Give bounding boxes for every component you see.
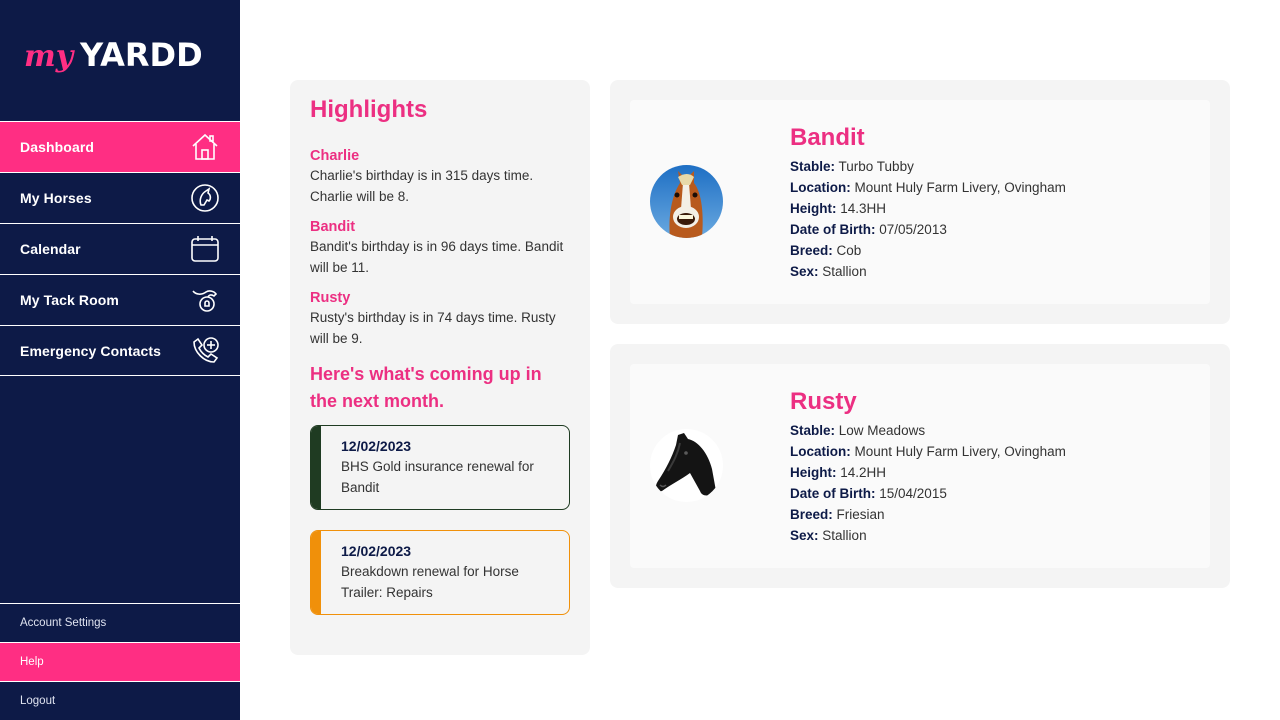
horse-sex: Sex: Stallion	[790, 261, 1066, 282]
nav-item-label: Calendar	[20, 241, 81, 257]
stable-value: Low Meadows	[838, 423, 926, 438]
location-value: Mount Huly Farm Livery, Ovingham	[854, 180, 1066, 195]
highlight-text: Rusty's birthday is in 74 days time. Rus…	[310, 310, 556, 346]
horse-dob: Date of Birth: 15/04/2015	[790, 483, 1066, 504]
horse-card-bandit[interactable]: Bandit Stable: Turbo Tubby Location: Mou…	[610, 80, 1230, 324]
location-label: Location:	[790, 180, 851, 195]
list-item: Rusty Rusty's birthday is in 74 days tim…	[310, 290, 570, 349]
main-nav: Dashboard My Horses Calendar My Tack Roo…	[0, 121, 240, 376]
horse-breed: Breed: Cob	[790, 240, 1066, 261]
horse-location: Location: Mount Huly Farm Livery, Ovingh…	[790, 177, 1066, 198]
nav-item-dashboard[interactable]: Dashboard	[0, 121, 240, 172]
event-description: Breakdown renewal for Horse Trailer: Rep…	[341, 564, 519, 600]
highlight-text: Bandit's birthday is in 96 days time. Ba…	[310, 239, 564, 275]
list-item: Bandit Bandit's birthday is in 96 days t…	[310, 219, 570, 278]
dob-value: 07/05/2013	[879, 222, 947, 237]
horse-name: Bandit	[790, 124, 865, 151]
nav-item-my-horses[interactable]: My Horses	[0, 172, 240, 223]
sex-label: Sex:	[790, 264, 819, 279]
height-value: 14.3HH	[840, 201, 887, 216]
location-value: Mount Huly Farm Livery, Ovingham	[854, 444, 1066, 459]
calendar-icon	[190, 234, 220, 264]
home-icon	[190, 132, 220, 162]
help-link[interactable]: Help	[0, 642, 240, 681]
nav-item-my-tack-room[interactable]: My Tack Room	[0, 274, 240, 325]
sidebar: my YARDD Dashboard My Horses Calendar My…	[0, 0, 240, 720]
nav-item-label: Dashboard	[20, 139, 95, 155]
nav-item-calendar[interactable]: Calendar	[0, 223, 240, 274]
list-item: Charlie Charlie's birthday is in 315 day…	[310, 148, 570, 207]
sex-value: Stallion	[822, 528, 867, 543]
highlights-panel: Highlights Charlie Charlie's birthday is…	[290, 80, 590, 655]
phone-medical-icon	[190, 336, 220, 366]
highlight-text: Charlie's birthday is in 315 days time. …	[310, 168, 534, 204]
location-label: Location:	[790, 444, 851, 459]
horse-avatar	[650, 165, 723, 238]
breed-label: Breed:	[790, 243, 833, 258]
horse-height: Height: 14.3HH	[790, 198, 1066, 219]
horse-height: Height: 14.2HH	[790, 462, 1066, 483]
height-value: 14.2HH	[840, 465, 887, 480]
logo-my-text: my	[24, 39, 76, 74]
horse-info: Bandit Stable: Turbo Tubby Location: Mou…	[790, 124, 1066, 282]
event-card[interactable]: 12/02/2023 BHS Gold insurance renewal fo…	[310, 425, 570, 510]
highlight-horse-name: Rusty	[310, 290, 351, 306]
event-date: 12/02/2023	[341, 438, 412, 454]
highlight-horse-name: Bandit	[310, 219, 356, 235]
horse-breed: Breed: Friesian	[790, 504, 1066, 525]
height-label: Height:	[790, 201, 837, 216]
account-settings-link[interactable]: Account Settings	[0, 603, 240, 642]
dob-value: 15/04/2015	[879, 486, 947, 501]
logo-yardd-text: YARDD	[79, 36, 203, 74]
highlights-list: Charlie Charlie's birthday is in 315 day…	[310, 148, 570, 349]
event-color-bar	[311, 426, 321, 509]
event-card[interactable]: 12/02/2023 Breakdown renewal for Horse T…	[310, 530, 570, 615]
dob-label: Date of Birth:	[790, 486, 876, 501]
height-label: Height:	[790, 465, 837, 480]
horse-card-inner: Rusty Stable: Low Meadows Location: Moun…	[630, 364, 1210, 568]
upcoming-title: Here's what's coming up in the next mont…	[310, 364, 542, 411]
horse-avatar	[650, 429, 723, 502]
saddle-icon	[190, 285, 220, 315]
horse-card-rusty[interactable]: Rusty Stable: Low Meadows Location: Moun…	[610, 344, 1230, 588]
event-date: 12/02/2023	[341, 543, 412, 559]
horse-dob: Date of Birth: 07/05/2013	[790, 219, 1066, 240]
horse-head-icon	[190, 183, 220, 213]
breed-label: Breed:	[790, 507, 833, 522]
myyardd-logo[interactable]: my YARDD	[24, 34, 220, 84]
breed-value: Cob	[836, 243, 862, 258]
bottom-nav: Account Settings Help Logout	[0, 603, 240, 720]
stable-label: Stable:	[790, 423, 836, 438]
event-color-bar	[311, 531, 321, 614]
sex-value: Stallion	[822, 264, 867, 279]
nav-item-label: Emergency Contacts	[20, 342, 162, 359]
stable-label: Stable:	[790, 159, 836, 174]
horse-stable: Stable: Low Meadows	[790, 420, 1066, 441]
horse-card-inner: Bandit Stable: Turbo Tubby Location: Mou…	[630, 100, 1210, 304]
highlight-horse-name: Charlie	[310, 148, 360, 164]
horse-info: Rusty Stable: Low Meadows Location: Moun…	[790, 388, 1066, 546]
nav-item-label: My Horses	[20, 190, 92, 206]
sex-label: Sex:	[790, 528, 819, 543]
highlights-title: Highlights	[310, 96, 428, 123]
horse-sex: Sex: Stallion	[790, 525, 1066, 546]
breed-value: Friesian	[836, 507, 885, 522]
nav-item-label: My Tack Room	[20, 292, 119, 308]
horse-location: Location: Mount Huly Farm Livery, Ovingh…	[790, 441, 1066, 462]
stable-value: Turbo Tubby	[838, 159, 914, 174]
dob-label: Date of Birth:	[790, 222, 876, 237]
nav-item-emergency-contacts[interactable]: Emergency Contacts	[0, 325, 240, 376]
logout-link[interactable]: Logout	[0, 681, 240, 720]
event-description: BHS Gold insurance renewal for Bandit	[341, 459, 534, 495]
horse-name: Rusty	[790, 388, 857, 415]
horse-stable: Stable: Turbo Tubby	[790, 156, 1066, 177]
